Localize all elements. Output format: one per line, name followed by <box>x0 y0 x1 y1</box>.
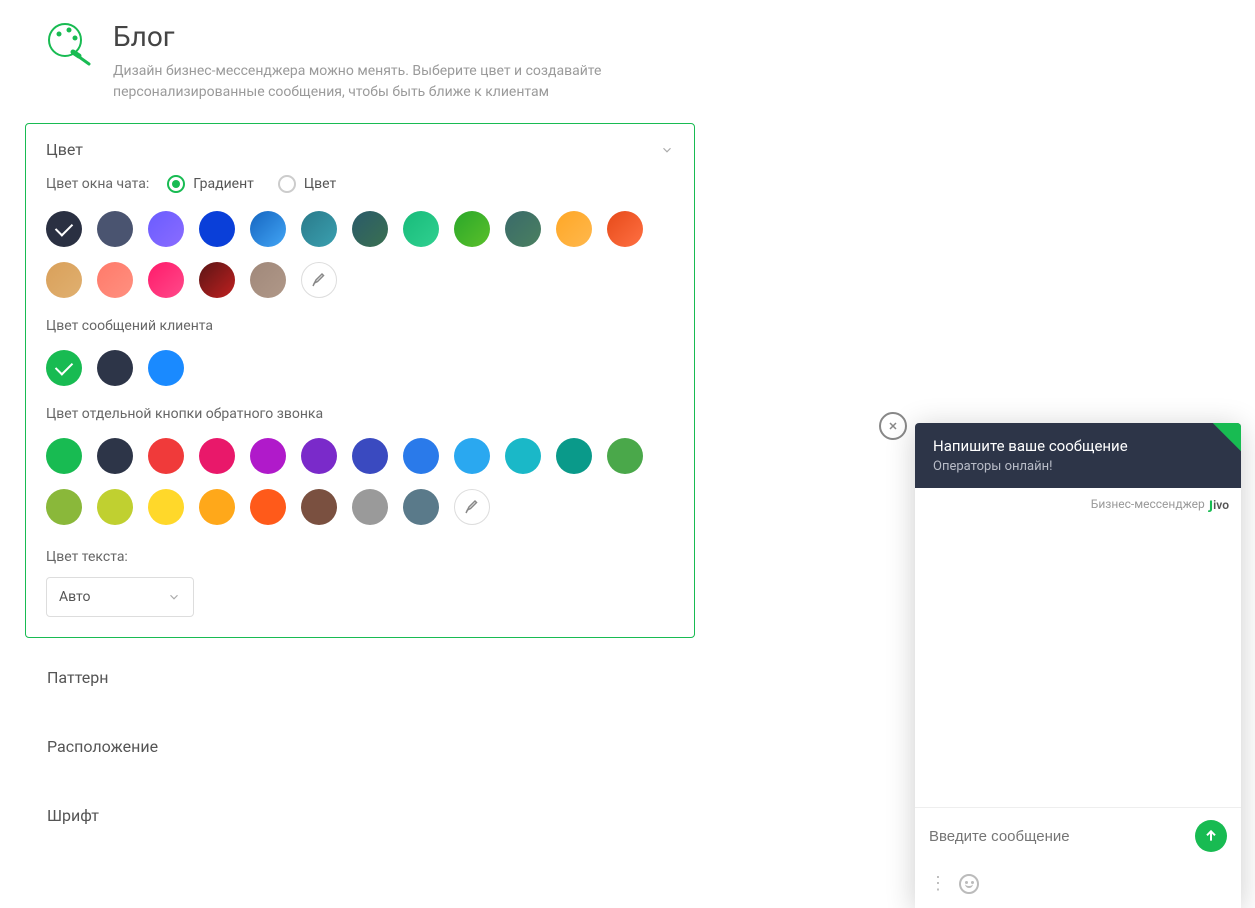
window-color-row: Цвет окна чата: Градиент Цвет <box>46 175 674 193</box>
gradient-swatch[interactable] <box>199 262 235 298</box>
callback-color-swatch[interactable] <box>97 489 133 525</box>
section-color: Цвет Цвет окна чата: Градиент Цвет <box>25 123 695 638</box>
section-pattern: Паттерн <box>25 648 695 707</box>
chat-widget: Напишите ваше сообщение Операторы онлайн… <box>915 423 1241 908</box>
gradient-swatch[interactable] <box>556 211 592 247</box>
section-position: Расположение <box>25 717 695 776</box>
section-font-header[interactable]: Шрифт <box>25 786 695 845</box>
palette-icon <box>45 20 93 68</box>
gradient-swatch[interactable] <box>607 211 643 247</box>
text-color-value: Авто <box>59 589 91 605</box>
callback-color-label: Цвет отдельной кнопки обратного звонка <box>46 406 674 422</box>
radio-indicator-icon <box>278 175 296 193</box>
chat-input[interactable] <box>929 828 1195 845</box>
page-header: Блог Дизайн бизнес-мессенджера можно мен… <box>25 20 695 103</box>
section-color-title: Цвет <box>46 140 83 159</box>
chat-send-button[interactable] <box>1195 820 1227 852</box>
chat-brand-logo: ivo <box>1209 494 1229 513</box>
callback-color-swatch[interactable] <box>250 489 286 525</box>
gradient-picker[interactable] <box>301 262 337 298</box>
chat-brand[interactable]: Бизнес-мессенджер ivo <box>915 488 1241 519</box>
radio-color[interactable]: Цвет <box>278 175 336 193</box>
radio-color-label: Цвет <box>304 176 336 192</box>
section-color-body: Цвет окна чата: Градиент Цвет Цвет сообщ… <box>26 175 694 637</box>
chat-input-row <box>915 807 1241 864</box>
gradient-swatch[interactable] <box>250 211 286 247</box>
color-mode-radio-group: Градиент Цвет <box>167 175 336 193</box>
gradient-swatch[interactable] <box>505 211 541 247</box>
settings-pane: Блог Дизайн бизнес-мессенджера можно мен… <box>0 0 720 908</box>
callback-color-swatch[interactable] <box>403 489 439 525</box>
callback-color-swatch[interactable] <box>199 438 235 474</box>
callback-color-swatch[interactable] <box>505 438 541 474</box>
text-color-select[interactable]: Авто <box>46 577 194 617</box>
chat-header: Напишите ваше сообщение Операторы онлайн… <box>915 423 1241 488</box>
callback-color-swatch[interactable] <box>301 438 337 474</box>
more-icon[interactable]: ⋮ <box>929 875 947 893</box>
chat-body <box>915 519 1241 807</box>
close-icon <box>887 420 899 432</box>
radio-gradient[interactable]: Градиент <box>167 175 254 193</box>
gradient-swatch[interactable] <box>352 211 388 247</box>
client-color-swatch[interactable] <box>46 350 82 386</box>
gradient-swatch[interactable] <box>148 262 184 298</box>
gradient-swatch[interactable] <box>46 262 82 298</box>
callback-color-swatch[interactable] <box>199 489 235 525</box>
emoji-icon[interactable] <box>959 874 979 894</box>
callback-color-swatch[interactable] <box>46 438 82 474</box>
gradient-swatch[interactable] <box>250 262 286 298</box>
callback-color-swatch[interactable] <box>97 438 133 474</box>
gradient-swatch[interactable] <box>301 211 337 247</box>
page-description: Дизайн бизнес-мессенджера можно менять. … <box>113 61 633 103</box>
callback-color-swatch[interactable] <box>148 438 184 474</box>
gradient-swatch[interactable] <box>46 211 82 247</box>
radio-indicator-icon <box>167 175 185 193</box>
callback-color-swatch[interactable] <box>403 438 439 474</box>
arrow-up-icon <box>1203 828 1219 844</box>
gradient-swatch[interactable] <box>454 211 490 247</box>
section-position-header[interactable]: Расположение <box>25 717 695 776</box>
callback-color-swatch[interactable] <box>556 438 592 474</box>
callback-color-swatch[interactable] <box>352 489 388 525</box>
window-color-label: Цвет окна чата: <box>46 176 149 192</box>
chat-brand-prefix: Бизнес-мессенджер <box>1091 497 1205 511</box>
client-msg-color-label: Цвет сообщений клиента <box>46 318 674 334</box>
callback-color-swatch[interactable] <box>46 489 82 525</box>
chat-subtitle: Операторы онлайн! <box>933 459 1223 474</box>
callback-color-swatch[interactable] <box>301 489 337 525</box>
gradient-swatch[interactable] <box>148 211 184 247</box>
section-position-title: Расположение <box>47 737 158 756</box>
client-color-swatches <box>46 350 674 386</box>
callback-color-swatch[interactable] <box>352 438 388 474</box>
section-pattern-title: Паттерн <box>47 668 108 687</box>
gradient-swatch[interactable] <box>199 211 235 247</box>
text-color-label: Цвет текста: <box>46 549 674 565</box>
chat-footer-icons: ⋮ <box>915 864 1241 908</box>
callback-color-swatches <box>46 438 674 525</box>
radio-gradient-label: Градиент <box>193 176 254 192</box>
chat-close-button[interactable] <box>879 412 907 440</box>
header-text: Блог Дизайн бизнес-мессенджера можно мен… <box>113 20 633 103</box>
callback-color-swatch[interactable] <box>454 438 490 474</box>
chevron-down-icon <box>167 590 181 604</box>
client-color-swatch[interactable] <box>97 350 133 386</box>
section-font: Шрифт <box>25 786 695 845</box>
section-font-title: Шрифт <box>47 806 99 825</box>
callback-color-swatch[interactable] <box>607 438 643 474</box>
gradient-swatch[interactable] <box>97 211 133 247</box>
callback-color-picker[interactable] <box>454 489 490 525</box>
callback-color-swatch[interactable] <box>148 489 184 525</box>
chevron-down-icon <box>660 143 674 157</box>
callback-color-swatch[interactable] <box>250 438 286 474</box>
page-title: Блог <box>113 20 633 53</box>
client-color-swatch[interactable] <box>148 350 184 386</box>
section-pattern-header[interactable]: Паттерн <box>25 648 695 707</box>
gradient-swatch[interactable] <box>97 262 133 298</box>
gradient-swatches <box>46 211 674 298</box>
chat-title: Напишите ваше сообщение <box>933 437 1223 455</box>
gradient-swatch[interactable] <box>403 211 439 247</box>
section-color-header[interactable]: Цвет <box>26 124 694 175</box>
